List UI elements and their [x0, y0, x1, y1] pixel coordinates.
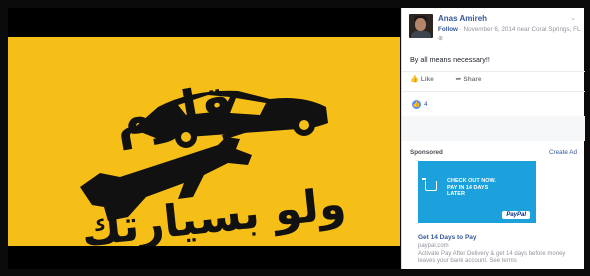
reaction-summary[interactable]: 👍 4	[412, 100, 428, 109]
ad-title[interactable]: Get 14 Days to Pay	[418, 234, 477, 241]
like-reaction-icon: 👍	[412, 100, 421, 109]
photo-art: قاوم ولو بسيارتك	[8, 37, 400, 246]
share-icon: ➦	[455, 76, 462, 83]
paypal-logo: PayPal	[502, 211, 530, 219]
ad-image[interactable]: CHECK OUT NOW. PAY IN 14 DAYS LATER PayP…	[418, 161, 536, 223]
ad-domain: paypal.com	[418, 243, 449, 249]
like-button[interactable]: 👍 Like	[410, 75, 444, 83]
create-ad-link[interactable]: Create Ad	[549, 149, 577, 156]
post-status: By all means necessary!!	[410, 55, 490, 64]
post-date-location[interactable]: November 6, 2014 near Coral Springs, FL	[464, 26, 581, 33]
avatar[interactable]	[409, 14, 433, 38]
divider	[402, 71, 585, 72]
share-label: Share	[463, 76, 482, 83]
author-name[interactable]: Anas Amireh	[438, 14, 487, 23]
thumbs-up-icon: 👍	[410, 76, 419, 83]
post-meta: Follow · November 6, 2014 near Coral Spr…	[438, 26, 580, 33]
follow-link[interactable]: Follow	[438, 26, 458, 33]
share-button[interactable]: ➦ Share	[456, 75, 492, 83]
post-sidebar: Anas Amireh Follow · November 6, 2014 ne…	[401, 8, 585, 269]
sponsored-header: Sponsored Create Ad	[410, 149, 577, 156]
reaction-count: 4	[424, 101, 428, 108]
post-photo[interactable]: قاوم ولو بسيارتك	[8, 37, 400, 246]
post-actions: 👍 Like ➦ Share	[410, 75, 580, 89]
sponsored-label: Sponsored	[410, 149, 443, 156]
ad-description: Activate Pay After Delivery & get 14 day…	[418, 251, 566, 264]
chevron-down-icon[interactable]: ⌄	[570, 14, 576, 22]
like-label: Like	[420, 76, 434, 83]
divider	[402, 91, 585, 92]
comment-area	[402, 116, 585, 141]
ad-image-headline: CHECK OUT NOW. PAY IN 14 DAYS LATER	[447, 178, 496, 197]
photo-viewer: قاوم ولو بسيارتك Anas Amireh Follow · No…	[0, 0, 590, 276]
cart-icon	[422, 178, 437, 191]
globe-icon: ⊕	[438, 36, 444, 42]
photo-stage: قاوم ولو بسيارتك	[8, 8, 400, 269]
